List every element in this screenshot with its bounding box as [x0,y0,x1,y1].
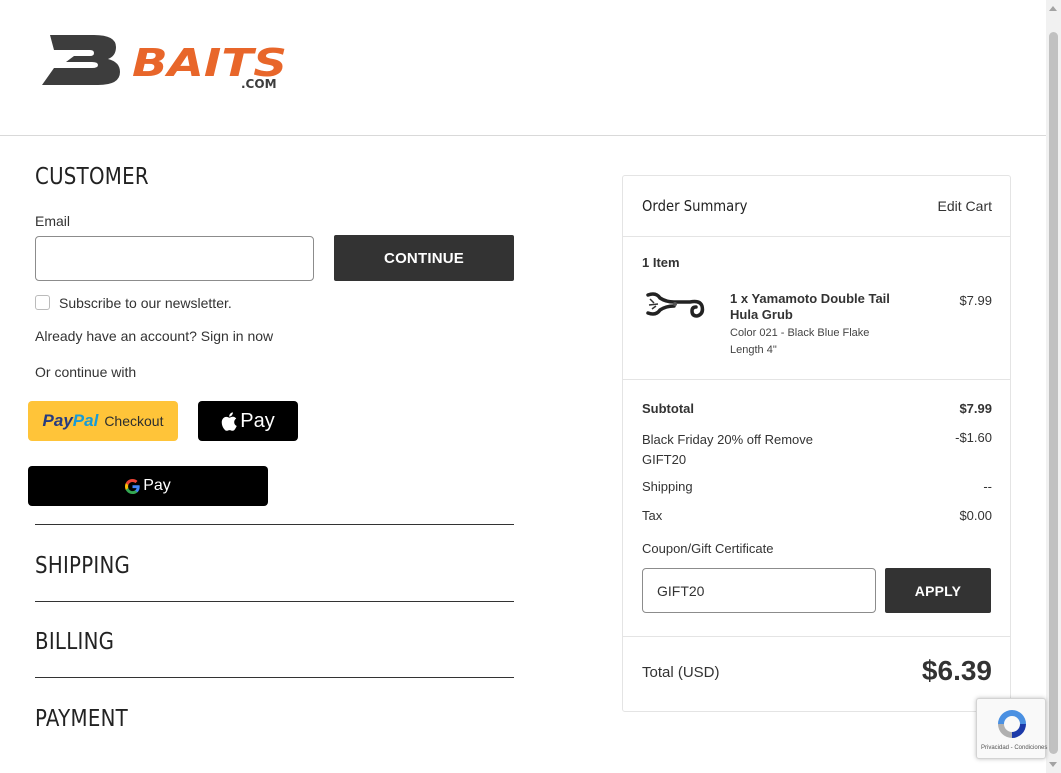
signin-link[interactable]: Already have an account? Sign in now [35,328,273,344]
billing-section-title[interactable]: BILLING [35,629,114,655]
page-scrollbar[interactable] [1046,0,1061,773]
shipping-value: -- [983,479,992,494]
google-g-icon [125,478,140,494]
baits-logo-graphic: BAITS .COM [42,35,287,91]
section-divider [35,601,514,602]
email-label: Email [35,213,71,229]
section-divider [35,677,514,678]
newsletter-label: Subscribe to our newsletter. [59,295,232,311]
order-summary-panel: Order Summary Edit Cart 1 Item 1 x Yamam… [622,175,1011,712]
section-divider [35,524,514,525]
payment-section-title[interactable]: PAYMENT [35,706,128,732]
discount-value: -$1.60 [955,430,992,445]
summary-divider [623,636,1010,637]
total-value: $6.39 [921,655,992,686]
recaptcha-icon [998,710,1026,738]
google-pay-label: Pay [143,477,171,494]
discount-label: Black Friday 20% off Remove GIFT20 [642,432,813,467]
scroll-up-arrow-icon[interactable] [1049,6,1057,11]
paypal-checkout-button[interactable]: PayPal Checkout [28,401,178,441]
apple-pay-button[interactable]: Pay [198,401,298,441]
item-count: 1 Item [642,255,680,270]
google-pay-button[interactable]: Pay [28,466,268,506]
summary-divider [623,379,1010,380]
item-option-color: Color 021 - Black Blue Flake [730,327,870,339]
item-name: 1 x Yamamoto Double Tail Hula Grub [730,291,890,322]
svg-text:.COM: .COM [241,77,277,88]
tax-label: Tax [642,508,663,523]
baits-logo[interactable]: BAITS .COM [42,32,288,91]
total-label: Total (USD) [642,664,720,681]
scroll-down-arrow-icon[interactable] [1049,762,1057,767]
or-continue-with: Or continue with [35,364,137,380]
summary-divider [623,236,1010,237]
coupon-input[interactable]: GIFT20 [642,568,876,613]
apple-icon [222,411,237,431]
subtotal-label: Subtotal [642,401,694,416]
shipping-section-title[interactable]: SHIPPING [35,553,130,579]
apple-pay-label: Pay [240,409,275,432]
edit-cart-link[interactable]: Edit Cart [938,198,992,214]
tax-value: $0.00 [959,508,992,523]
email-input[interactable] [35,236,314,281]
site-header: BAITS .COM [0,0,1046,136]
paypal-checkout-label: Checkout [104,413,164,429]
coupon-label: Coupon/Gift Certificate [642,541,774,556]
newsletter-checkbox[interactable] [35,295,50,310]
recaptcha-privacy-terms[interactable]: Privacidad - Condiciones [981,745,1047,751]
customer-section-title: CUSTOMER [35,164,149,190]
item-option-length: Length 4" [730,344,777,356]
product-thumbnail [646,292,705,318]
recaptcha-badge[interactable]: Privacidad - Condiciones [976,698,1047,759]
apply-coupon-button[interactable]: APPLY [885,568,991,613]
continue-button[interactable]: CONTINUE [334,235,514,281]
shipping-label: Shipping [642,479,693,494]
order-summary-title: Order Summary [642,197,748,215]
subtotal-value: $7.99 [959,401,992,416]
scroll-thumb[interactable] [1049,32,1058,754]
paypal-logo: PayPal [42,411,99,430]
item-price: $7.99 [959,293,992,308]
